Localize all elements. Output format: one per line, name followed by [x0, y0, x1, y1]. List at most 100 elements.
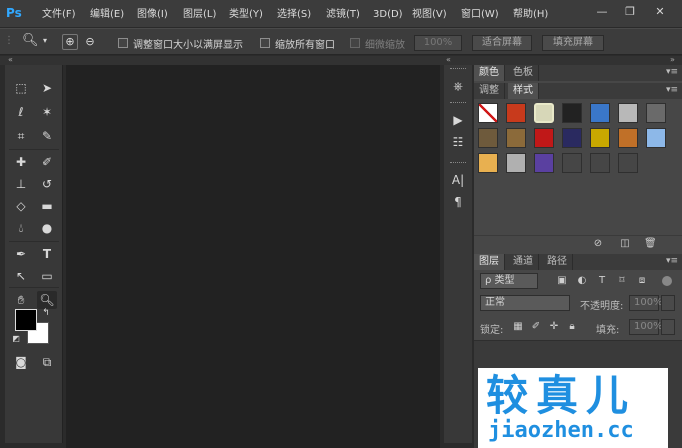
menu-select[interactable]: 选择(S)	[277, 7, 311, 22]
style-swatch[interactable]	[534, 153, 554, 173]
lock-all-icon[interactable]: 🔒︎	[566, 321, 578, 333]
blur-tool-icon[interactable]: 💧︎	[11, 219, 31, 237]
opacity-input[interactable]: 100%	[629, 295, 663, 311]
tab-layers[interactable]: 图层	[474, 254, 505, 270]
zoom-tool-icon[interactable]: 🔍︎	[22, 33, 39, 48]
default-colors-icon[interactable]: ◩	[10, 333, 22, 345]
resize-windows-checkbox[interactable]	[118, 38, 128, 48]
menu-file[interactable]: 文件(F)	[42, 7, 76, 22]
brush-tool-icon[interactable]: ✐	[37, 153, 57, 171]
zoom-in-icon[interactable]: ⊕	[62, 34, 78, 50]
delete-style-icon[interactable]: 🗑︎	[644, 238, 657, 250]
style-swatch[interactable]	[562, 103, 582, 123]
style-swatch[interactable]	[618, 103, 638, 123]
style-swatch[interactable]	[646, 103, 666, 123]
style-swatch[interactable]	[618, 128, 638, 148]
document-canvas-area[interactable]	[66, 65, 440, 448]
foreground-color-swatch-top[interactable]	[15, 309, 37, 331]
style-swatch[interactable]	[478, 128, 498, 148]
paragraph-panel-icon[interactable]: ¶	[448, 193, 468, 211]
eraser-tool-icon[interactable]: ◇	[11, 197, 31, 215]
menu-window[interactable]: 窗口(W)	[461, 7, 499, 22]
tab-styles[interactable]: 样式	[508, 83, 539, 99]
style-swatch[interactable]	[590, 153, 610, 173]
quick-mask-icon[interactable]: ◙	[11, 353, 31, 371]
marquee-tool-icon[interactable]: ⬚	[11, 79, 31, 97]
character-panel-icon[interactable]: A|	[448, 171, 468, 189]
menu-edit[interactable]: 编辑(E)	[90, 7, 124, 22]
style-swatch[interactable]	[534, 103, 554, 123]
menu-help[interactable]: 帮助(H)	[513, 7, 548, 22]
filter-type-icon[interactable]: T	[596, 275, 608, 287]
tab-color[interactable]: 颜色	[474, 65, 505, 81]
collapse-toolbar-icon[interactable]: «	[8, 56, 13, 64]
swap-colors-icon[interactable]: ↰	[40, 307, 52, 319]
menu-view[interactable]: 视图(V)	[412, 7, 447, 22]
opacity-dropdown[interactable]	[661, 295, 675, 311]
zoom-100-button[interactable]: 100%	[414, 35, 462, 51]
panel-menu-icon[interactable]: ▾≡	[666, 256, 678, 266]
menu-image[interactable]: 图像(I)	[137, 7, 168, 22]
layer-filter-select[interactable]: ρ 类型	[480, 273, 538, 289]
style-swatch[interactable]	[506, 153, 526, 173]
zoom-all-checkbox[interactable]	[260, 38, 270, 48]
actions-panel-icon[interactable]: ▶	[448, 111, 468, 129]
blend-mode-select[interactable]: 正常	[480, 295, 570, 311]
close-button[interactable]: ✕	[648, 3, 672, 21]
history-panel-icon[interactable]: ⎈	[448, 77, 468, 95]
gradient-tool-icon[interactable]: ▬	[37, 197, 57, 215]
filter-toggle[interactable]	[662, 276, 672, 286]
lasso-tool-icon[interactable]: ℓ	[11, 103, 31, 121]
new-style-icon[interactable]: ◫	[619, 238, 631, 250]
eyedropper-tool-icon[interactable]: ✎	[37, 127, 57, 145]
style-swatch[interactable]	[562, 153, 582, 173]
style-swatch[interactable]	[534, 128, 554, 148]
collapse-rightdock-icon[interactable]: »	[670, 56, 675, 64]
style-swatch[interactable]	[478, 153, 498, 173]
fill-input[interactable]: 100%	[629, 319, 663, 335]
screen-mode-icon[interactable]: ⧉	[37, 353, 57, 371]
style-swatch[interactable]	[646, 128, 666, 148]
fill-dropdown[interactable]	[661, 319, 675, 335]
panel-menu-icon[interactable]: ▾≡	[666, 67, 678, 77]
pen-tool-icon[interactable]: ✒	[11, 245, 31, 263]
minimize-button[interactable]: —	[590, 3, 614, 21]
tab-swatches[interactable]: 色板	[508, 65, 539, 81]
menu-filter[interactable]: 滤镜(T)	[326, 7, 360, 22]
style-swatch[interactable]	[590, 103, 610, 123]
crop-tool-icon[interactable]: ⌗	[11, 127, 31, 145]
style-swatch[interactable]	[590, 128, 610, 148]
dodge-tool-icon[interactable]: ●	[37, 219, 57, 237]
healing-brush-tool-icon[interactable]: ✚	[11, 153, 31, 171]
rectangle-tool-icon[interactable]: ▭	[37, 267, 57, 285]
style-swatch[interactable]	[618, 153, 638, 173]
tab-channels[interactable]: 通道	[508, 254, 539, 270]
restore-button[interactable]: ❐	[618, 3, 642, 21]
tab-paths[interactable]: 路径	[542, 254, 573, 270]
lock-image-icon[interactable]: ✐	[530, 321, 542, 333]
type-tool-icon[interactable]: T	[37, 245, 57, 263]
collapse-middock-icon[interactable]: «	[446, 56, 451, 64]
zoom-out-icon[interactable]: ⊖	[82, 34, 98, 50]
menu-3d[interactable]: 3D(D)	[373, 7, 403, 22]
lock-position-icon[interactable]: ✛	[548, 321, 560, 333]
menu-layer[interactable]: 图层(L)	[183, 7, 216, 22]
properties-panel-icon[interactable]: ☷	[448, 133, 468, 151]
menu-type[interactable]: 类型(Y)	[229, 7, 263, 22]
style-swatch[interactable]	[506, 128, 526, 148]
move-tool-icon[interactable]: ➤	[37, 79, 57, 97]
filter-smart-object-icon[interactable]: ⧈	[636, 275, 648, 287]
path-selection-tool-icon[interactable]: ↖	[11, 267, 31, 285]
style-swatch[interactable]	[506, 103, 526, 123]
hand-tool-icon[interactable]: ✋︎	[11, 291, 31, 309]
filter-pixel-icon[interactable]: ▣	[556, 275, 568, 287]
magic-wand-tool-icon[interactable]: ✶	[37, 103, 57, 121]
fit-screen-button[interactable]: 适合屏幕	[472, 35, 532, 51]
filter-adjustment-icon[interactable]: ◐	[576, 275, 588, 287]
style-swatch[interactable]	[478, 103, 498, 123]
lock-transparent-icon[interactable]: ▦	[512, 321, 524, 333]
clear-style-icon[interactable]: ⊘	[592, 238, 604, 250]
filter-shape-icon[interactable]: ⌑	[616, 275, 628, 287]
style-swatch[interactable]	[562, 128, 582, 148]
tool-preset-chevron-icon[interactable]: ▾	[43, 36, 47, 45]
